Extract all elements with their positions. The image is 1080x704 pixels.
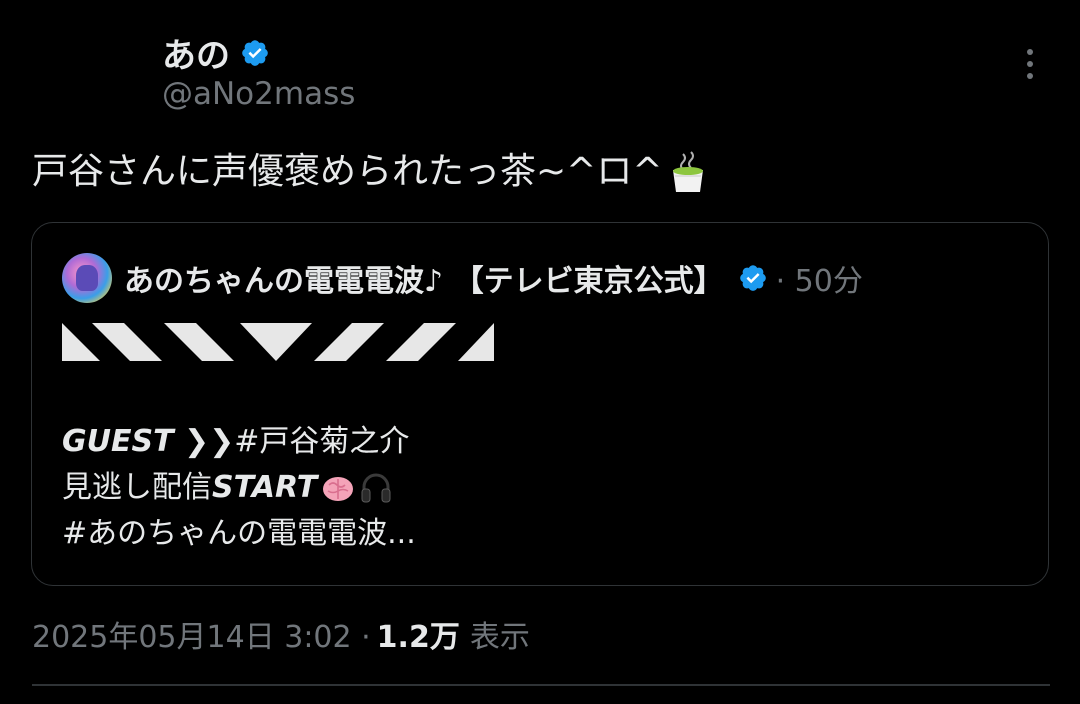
views-count[interactable]: 1.2万 bbox=[377, 612, 460, 656]
quoted-tweet-card[interactable]: あのちゃんの電電電波♪ 【テレビ東京公式】 · 50分 GUEST ❯❯ #戸谷… bbox=[31, 222, 1049, 586]
quote-line-start: 見逃し配信 START bbox=[62, 465, 416, 511]
tweet-timestamp[interactable]: 2025年05月14日 3:02 · bbox=[32, 612, 371, 656]
quoted-author-avatar[interactable] bbox=[62, 253, 112, 303]
show-hashtag[interactable]: #あのちゃんの電電電波... bbox=[62, 511, 416, 557]
quoted-author-name[interactable]: あのちゃんの電電電波♪ 【テレビ東京公式】 bbox=[124, 256, 724, 300]
quote-line-guest: GUEST ❯❯ #戸谷菊之介 bbox=[62, 419, 416, 465]
headphones-emoji-icon bbox=[361, 473, 391, 503]
tweet-page: あの @aNo2mass 戸谷さんに声優褒められたっ茶~^ロ^ あのちゃんの電電… bbox=[0, 0, 1080, 704]
guest-hashtag[interactable]: #戸谷菊之介 bbox=[234, 419, 409, 465]
author-name[interactable]: あの bbox=[162, 28, 230, 77]
quoted-tweet-body: GUEST ❯❯ #戸谷菊之介 見逃し配信 START #あのちゃんの電電電波.… bbox=[62, 419, 416, 557]
tweet-text-content: 戸谷さんに声優褒められたっ茶~^ロ^ bbox=[32, 151, 663, 193]
tweet-text: 戸谷さんに声優褒められたっ茶~^ロ^ bbox=[32, 150, 707, 194]
author-name-row[interactable]: あの bbox=[162, 28, 270, 77]
start-label: START bbox=[212, 470, 318, 505]
more-options-icon[interactable] bbox=[1012, 44, 1048, 84]
brain-emoji-icon bbox=[323, 477, 354, 501]
quoted-tweet-time[interactable]: · 50分 bbox=[776, 256, 863, 300]
divider bbox=[32, 684, 1050, 686]
verified-badge-icon bbox=[739, 265, 766, 291]
stripe-banner-graphic bbox=[62, 323, 494, 361]
replay-label: 見逃し配信 bbox=[62, 470, 212, 505]
verified-badge-icon bbox=[242, 39, 268, 66]
quote-line-hashtag: #あのちゃんの電電電波... bbox=[62, 511, 416, 557]
guest-label: GUEST ❯❯ bbox=[62, 424, 235, 459]
tweet-meta: 2025年05月14日 3:02 · 1.2万 表示 bbox=[32, 612, 530, 656]
green-tea-emoji-icon bbox=[672, 151, 703, 192]
quoted-tweet-header: あのちゃんの電電電波♪ 【テレビ東京公式】 · 50分 bbox=[62, 253, 863, 303]
views-label: 表示 bbox=[469, 620, 530, 655]
author-handle[interactable]: @aNo2mass bbox=[162, 76, 355, 112]
